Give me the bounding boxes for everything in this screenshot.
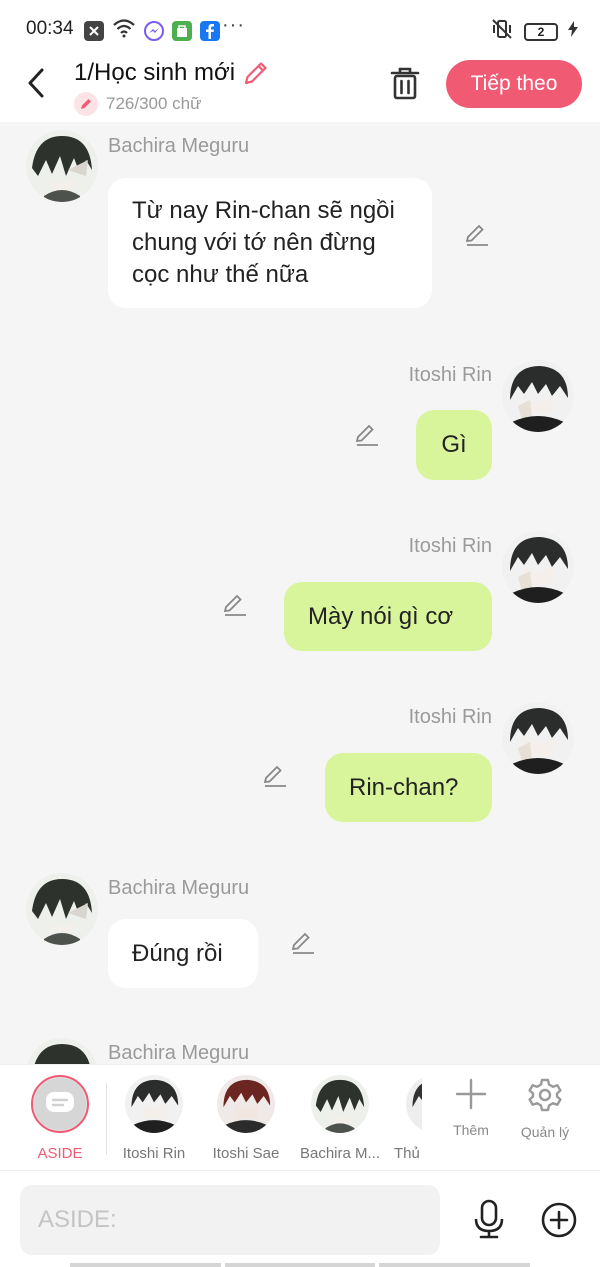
character-itoshi-rin[interactable]: Itoshi Rin: [108, 1075, 200, 1162]
message-bubble[interactable]: Rin-chan?: [325, 753, 492, 822]
edit-message-icon[interactable]: [222, 592, 248, 618]
divider: [106, 1083, 107, 1155]
attach-button[interactable]: [540, 1201, 578, 1239]
gear-icon: [528, 1078, 562, 1112]
character-name: Thủ: [394, 1145, 420, 1162]
editor-header: 1/Học sinh mới 726/300 chữ Tiếp theo: [0, 56, 600, 122]
character-name: Itoshi Sae: [212, 1145, 280, 1162]
delete-button[interactable]: [388, 64, 422, 102]
message-bubble[interactable]: Gì: [416, 410, 492, 480]
trash-icon: [390, 67, 420, 100]
character-selector: ASIDE Itoshi Rin Itoshi Sae Bachira M...…: [0, 1064, 600, 1170]
status-notification-icons: [84, 18, 220, 43]
manage-label: Quản lý: [520, 1124, 570, 1140]
character-name: ASIDE: [37, 1145, 83, 1162]
sender-name: Bachira Meguru: [108, 877, 250, 899]
edit-message-icon[interactable]: [262, 763, 288, 789]
word-count: 726/300 chữ: [74, 92, 202, 116]
add-label: Thêm: [453, 1122, 489, 1138]
status-right-icons: 2: [490, 18, 578, 45]
status-time: 00:34: [26, 18, 74, 39]
messenger-icon: [144, 20, 164, 41]
message-input[interactable]: [20, 1185, 440, 1255]
aside-avatar: [31, 1075, 89, 1133]
pencil-badge-icon: [74, 92, 98, 116]
message-bubble[interactable]: Mày nói gì cơ: [284, 582, 492, 651]
character-avatar: [406, 1075, 422, 1133]
chapter-title[interactable]: 1/Học sinh mới: [74, 58, 271, 88]
chevron-left-icon: [28, 68, 44, 98]
plus-circle-icon: [541, 1202, 577, 1238]
plus-icon: [455, 1078, 487, 1110]
character-name: Itoshi Rin: [122, 1145, 186, 1162]
keyboard-hint-bar: [70, 1263, 531, 1267]
wifi-icon: [112, 18, 136, 43]
microphone-icon: [474, 1199, 504, 1239]
edit-title-icon[interactable]: [241, 58, 271, 88]
chat-bubble-icon: [46, 1092, 74, 1112]
word-count-text: 726/300 chữ: [106, 94, 202, 113]
back-button[interactable]: [22, 66, 52, 100]
sender-name: Bachira Meguru: [108, 1042, 250, 1064]
message-bubble[interactable]: Từ nay Rin-chan sẽ ngồi chung với tớ nên…: [108, 178, 432, 308]
sender-name: Bachira Meguru: [108, 135, 250, 157]
avatar-bachira-meguru[interactable]: [26, 1038, 98, 1064]
more-notifications-icon: ···: [222, 14, 245, 36]
avatar-itoshi-rin[interactable]: [502, 702, 574, 774]
manage-characters-button[interactable]: Quản lý: [508, 1077, 582, 1140]
character-thu[interactable]: Thủ: [388, 1075, 422, 1162]
next-button[interactable]: Tiếp theo: [446, 60, 582, 108]
character-itoshi-sae[interactable]: Itoshi Sae: [200, 1075, 292, 1162]
avatar-bachira-meguru[interactable]: [26, 130, 98, 202]
composer: [0, 1170, 600, 1267]
avatar-itoshi-rin[interactable]: [502, 360, 574, 432]
sender-name: Itoshi Rin: [408, 364, 492, 386]
edit-message-icon[interactable]: [354, 422, 380, 448]
store-icon: [172, 20, 192, 41]
chapter-title-text: 1/Học sinh mới: [74, 59, 236, 86]
vibrate-off-icon: [490, 18, 514, 45]
avatar-bachira-meguru[interactable]: [26, 873, 98, 945]
edit-message-icon[interactable]: [290, 930, 316, 956]
character-avatar: [311, 1075, 369, 1133]
sender-name: Itoshi Rin: [408, 535, 492, 557]
battery-icon: 2: [524, 22, 558, 41]
edit-message-icon[interactable]: [464, 222, 490, 248]
facebook-icon: [200, 20, 220, 41]
character-avatar: [217, 1075, 275, 1133]
sender-name: Itoshi Rin: [408, 706, 492, 728]
character-name: Bachira M...: [299, 1145, 381, 1162]
avatar-itoshi-rin[interactable]: [502, 531, 574, 603]
character-aside[interactable]: ASIDE: [14, 1075, 106, 1162]
chat-area[interactable]: Bachira Meguru Từ nay Rin-chan sẽ ngồi c…: [0, 122, 600, 1064]
character-avatar: [125, 1075, 183, 1133]
character-bachira-meguru[interactable]: Bachira M...: [294, 1075, 386, 1162]
status-bar: 00:34 ··· 2: [0, 0, 600, 56]
add-character-button[interactable]: Thêm: [434, 1077, 508, 1138]
charging-icon: [568, 21, 578, 42]
x-notification-icon: [84, 20, 104, 41]
voice-input-button[interactable]: [470, 1199, 508, 1239]
message-bubble[interactable]: Đúng rồi: [108, 919, 258, 988]
